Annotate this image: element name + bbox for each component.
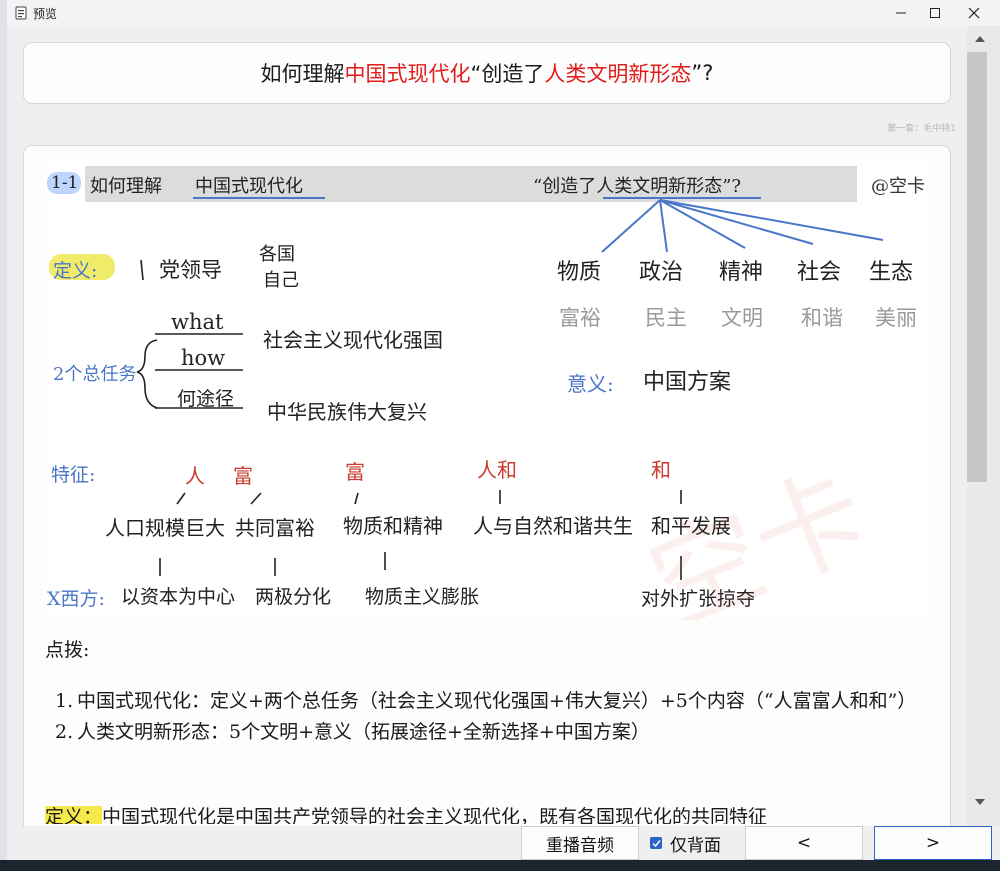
civilization-material: 物质	[557, 260, 602, 285]
task-goal-1: 社会主义现代化强国	[263, 328, 443, 352]
question-title: 如何理解 中国式现代化 “创造了 人类文明新形态”?	[24, 43, 950, 103]
feature-nature-harmony: 人与自然和谐共生	[473, 514, 633, 538]
tips-list: 1. 中国式现代化：定义+两个总任务（社会主义现代化强国+伟大复兴）+5个内容（…	[55, 686, 935, 748]
background-window-edge	[0, 0, 7, 860]
civilization-ecological: 生态	[869, 260, 914, 285]
checkbox-checked-icon	[650, 837, 662, 849]
question-suffix: ”?	[691, 61, 714, 85]
feature-mark-harmony-1: 人和	[477, 458, 517, 482]
trait-beautiful: 美丽	[875, 306, 917, 330]
features-label: 特征:	[51, 464, 96, 486]
window-title: 预览	[33, 7, 58, 21]
maximize-button[interactable]	[918, 0, 952, 26]
question-prefix: 如何理解	[260, 62, 345, 86]
contrast-capital-centered: 以资本为中心	[121, 586, 236, 608]
scrollbar-thumb[interactable]	[967, 52, 987, 482]
task-how: how	[181, 346, 226, 370]
minimize-icon	[896, 12, 906, 14]
definition-paragraph-text: 中国式现代化是中国共产党领导的社会主义现代化，既有各国现代化的共同特征	[102, 806, 768, 824]
previous-label: <	[796, 833, 812, 853]
taskbar	[0, 860, 1000, 871]
tips-item-1: 1. 中国式现代化：定义+两个总任务（社会主义现代化强国+伟大复兴）+5个内容（…	[55, 686, 935, 717]
trait-civilized: 文明	[721, 306, 763, 330]
meaning-label: 意义:	[567, 372, 614, 396]
tips-item-number: 2.	[55, 721, 74, 743]
app-icon	[15, 6, 27, 20]
question-card: 如何理解 中国式现代化 “创造了 人类文明新形态”?	[23, 42, 951, 104]
feature-common-prosperity: 共同富裕	[235, 516, 315, 540]
civilization-political: 政治	[639, 260, 684, 285]
tips-item-2: 2. 人类文明新形态：5个文明+意义（拓展途径+全新选择+中国方案）	[55, 717, 935, 748]
previous-button[interactable]: <	[745, 826, 863, 860]
question-middle: “创造了	[470, 62, 545, 86]
definition-branch-2: 自己	[263, 270, 299, 291]
source-tag: 第一套：毛中特1	[887, 124, 956, 134]
contrast-polarization: 两极分化	[255, 586, 332, 608]
definition-paragraph: 定义：中国式现代化是中国共产党领导的社会主义现代化，既有各国现代化的共同特征	[45, 802, 945, 824]
civilization-social: 社会	[797, 260, 842, 285]
scroll-up-icon[interactable]	[972, 34, 988, 44]
meaning-text: 中国方案	[643, 370, 732, 395]
tasks-label: 2个总任务	[53, 364, 137, 385]
maximize-icon	[930, 8, 940, 18]
tips-item-number: 1.	[55, 690, 74, 712]
question-highlight-modernization: 中国式现代化	[344, 62, 471, 86]
feature-material-spiritual: 物质和精神	[343, 514, 443, 538]
task-what: what	[171, 310, 224, 334]
close-icon	[968, 7, 980, 19]
task-goal-2: 中华民族伟大复兴	[267, 400, 427, 424]
feature-mark-rich-2: 富	[345, 460, 365, 484]
definition-label: 定义:	[53, 260, 98, 282]
next-button[interactable]: >	[874, 826, 992, 860]
question-highlight-civilization: 人类文明新形态	[544, 62, 692, 86]
definition-text: 党领导	[159, 258, 222, 282]
tips-item-text: 人类文明新形态：5个文明+意义（拓展途径+全新选择+中国方案）	[77, 721, 650, 743]
definition-paragraph-label: 定义：	[45, 806, 103, 824]
tips-heading: 点拨:	[45, 639, 90, 661]
trait-prosperous: 富裕	[559, 306, 601, 330]
feature-population: 人口规模巨大	[105, 516, 225, 540]
minimize-button[interactable]	[884, 0, 918, 26]
trait-democratic: 民主	[645, 306, 687, 330]
replay-audio-button[interactable]: 重播音频	[521, 826, 639, 860]
feature-mark-people: 人	[185, 464, 205, 488]
title-bar: 预览	[7, 0, 1000, 26]
feature-mark-harmony-2: 和	[651, 458, 671, 482]
definition-branch-1: 各国	[259, 244, 295, 265]
trait-harmonious: 和谐	[801, 306, 843, 330]
tips-item-text: 中国式现代化：定义+两个总任务（社会主义现代化强国+伟大复兴）+5个内容（“人富…	[77, 690, 917, 712]
back-only-checkbox[interactable]: 仅背面	[650, 826, 721, 860]
close-button[interactable]	[957, 0, 991, 26]
contrast-materialism: 物质主义膨胀	[365, 586, 480, 608]
handwritten-note-image: 1-1 如何理解 中国式现代化 “创造了人类文明新形态”? @空卡 定义: 党领…	[45, 160, 929, 620]
civilization-spiritual: 精神	[719, 260, 764, 285]
contrast-label: X西方:	[47, 588, 105, 610]
task-path: 何途径	[177, 388, 235, 410]
back-only-label: 仅背面	[670, 835, 721, 856]
scroll-down-icon[interactable]	[972, 797, 988, 807]
next-label: >	[925, 833, 941, 853]
feature-mark-rich-1: 富	[233, 464, 253, 488]
replay-audio-label: 重播音频	[546, 835, 614, 856]
